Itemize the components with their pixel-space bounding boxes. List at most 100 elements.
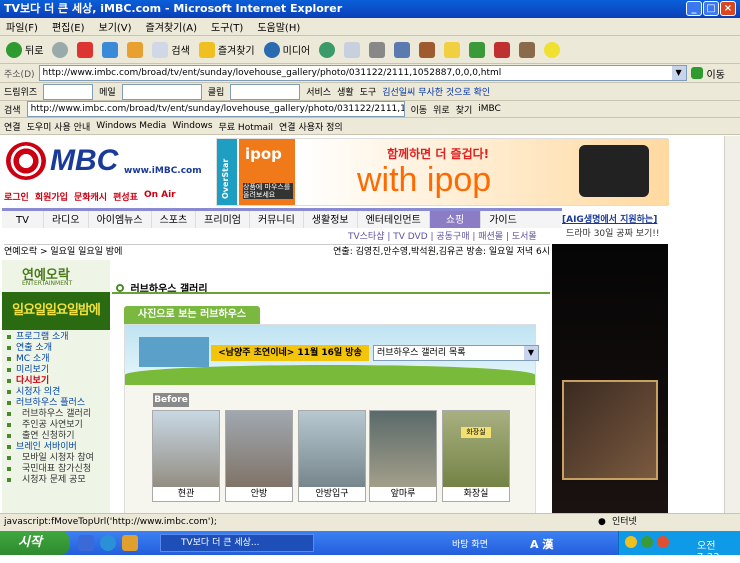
nav-entertainment[interactable]: 엔터테인먼트	[358, 211, 430, 228]
nav-community[interactable]: 커뮤니티	[250, 211, 304, 228]
nav-premium[interactable]: 프리미엄	[196, 211, 250, 228]
up-button[interactable]: 위로	[433, 103, 450, 116]
vertical-scrollbar[interactable]	[724, 136, 740, 513]
favorites-button[interactable]: 즐겨찾기	[197, 39, 257, 61]
go-button[interactable]: 이동	[707, 66, 725, 81]
nav-sports[interactable]: 스포츠	[152, 211, 197, 228]
dreamwiz-mail[interactable]: 메일	[99, 85, 116, 98]
drama-promo[interactable]: 드라마 30일 공짜 보기!!	[566, 226, 660, 239]
dreamwiz-extra-input[interactable]	[230, 83, 301, 100]
dreamwiz-search-input[interactable]	[43, 83, 94, 100]
tools-button[interactable]	[517, 39, 537, 61]
nav-radio[interactable]: 라디오	[44, 211, 89, 228]
dreamwiz-service[interactable]: 서비스	[306, 85, 331, 98]
right-ad-banner[interactable]	[552, 244, 668, 513]
minimize-button[interactable]: _	[686, 1, 702, 16]
nav-news[interactable]: 아이엠뉴스	[89, 211, 152, 228]
messenger-button[interactable]	[467, 39, 487, 61]
thumbnail-entrance[interactable]: 현관	[152, 410, 220, 502]
menu-file[interactable]: 파일(F)	[6, 19, 38, 34]
edit-button[interactable]	[392, 39, 412, 61]
sidebar-item-director[interactable]: 연출 소개	[2, 343, 110, 354]
media-button[interactable]: 미디어	[262, 39, 313, 61]
nav-tv[interactable]: TV	[2, 211, 44, 228]
aig-promo[interactable]: [AIG생명에서 지원하는]	[562, 212, 657, 225]
select-dropdown-icon[interactable]: ▼	[524, 346, 538, 360]
program-logo[interactable]: 일요일일요일밤에	[2, 292, 110, 330]
sidebar-item-lovehouse-plus[interactable]: 러브하우스 플러스	[2, 398, 110, 409]
folder-icon[interactable]	[122, 535, 138, 551]
sidebar-item-national[interactable]: 국민대표 참가신청	[2, 464, 110, 475]
sidebar-item-mobile[interactable]: 모바일 시청자 참여	[2, 453, 110, 464]
note-button[interactable]	[442, 39, 462, 61]
link-windows-media[interactable]: Windows Media	[96, 121, 166, 131]
find-button[interactable]: 찾기	[456, 103, 473, 116]
imbc-button[interactable]: iMBC	[478, 104, 501, 114]
maximize-button[interactable]: □	[703, 1, 719, 16]
search-url-input[interactable]: http://www.imbc.com/broad/tv/ent/sunday/…	[26, 101, 405, 117]
search-go-button[interactable]: 이동	[411, 103, 428, 116]
stop-button[interactable]	[75, 39, 95, 61]
mbc-logo[interactable]: MBC www.iMBC.com	[6, 140, 206, 182]
taskbar-ie-task[interactable]: TV보다 더 큰 세상...	[160, 534, 314, 552]
thumbnail-main-room[interactable]: 안방	[225, 410, 293, 502]
link-hotmail[interactable]: 무료 Hotmail	[219, 120, 274, 133]
tray-icon[interactable]	[641, 536, 653, 548]
join-link[interactable]: 회원가입	[35, 190, 68, 204]
sub-nav[interactable]: TV스타샵 | TV DVD | 공동구매 | 패션몰 | 도서몰	[348, 229, 537, 242]
sidebar-item-quiz[interactable]: 시청자 문제 공모	[2, 475, 110, 486]
cash-link[interactable]: 문화캐시	[74, 190, 107, 204]
sidebar-item-mc[interactable]: MC 소개	[2, 354, 110, 365]
nav-guide[interactable]: 가이드	[481, 211, 525, 228]
news-ticker[interactable]: 김선일씨 무사한 것으로 확인	[382, 85, 490, 98]
dreamwiz-tools[interactable]: 도구	[360, 85, 377, 98]
go-arrow-icon[interactable]	[690, 67, 703, 79]
search-button[interactable]: 검색	[150, 39, 191, 61]
sidebar-item-story[interactable]: 주인공 사연보기	[2, 420, 110, 431]
link-customize[interactable]: 연결 사용자 정의	[279, 120, 343, 133]
forward-button[interactable]	[50, 39, 70, 61]
login-link[interactable]: 로그인	[4, 190, 29, 204]
sidebar-item-brain[interactable]: 브레인 서바이버	[2, 442, 110, 453]
nav-life[interactable]: 생활정보	[304, 211, 358, 228]
start-button[interactable]: 시작	[0, 531, 70, 555]
sidebar-item-gallery[interactable]: 러브하우스 갤러리	[2, 409, 110, 420]
close-button[interactable]: ×	[720, 1, 736, 16]
tray-icon[interactable]	[657, 536, 669, 548]
tips-button[interactable]	[542, 39, 562, 61]
sidebar-item-preview[interactable]: 미리보기	[2, 365, 110, 376]
tray-icon[interactable]	[625, 536, 637, 548]
discuss-button[interactable]	[417, 39, 437, 61]
research-button[interactable]	[492, 39, 512, 61]
nav-shopping[interactable]: 쇼핑	[429, 211, 482, 228]
schedule-link[interactable]: 편성표	[113, 190, 138, 204]
dreamwiz-keyword-input[interactable]	[121, 83, 202, 100]
ipop-banner[interactable]: OverStar ipop 상품에 마우스를 올려보세요 함께하면 더 즐겁다!…	[216, 138, 669, 206]
dreamwiz-life[interactable]: 생활	[337, 85, 354, 98]
desktop-icon[interactable]	[78, 535, 94, 551]
thumbnail-bathroom[interactable]: 화장실 화장실	[442, 410, 510, 502]
dreamwiz-clip[interactable]: 클립	[208, 85, 225, 98]
history-button[interactable]	[317, 39, 337, 61]
address-input[interactable]: http://www.imbc.com/broad/tv/ent/sunday/…	[38, 65, 687, 81]
sidebar-item-intro[interactable]: 프로그램 소개	[2, 332, 110, 343]
sidebar-item-opinion[interactable]: 시청자 의견	[2, 387, 110, 398]
breadcrumb[interactable]: 연예오락 > 일요일 일요일 밤에	[4, 247, 122, 257]
menu-view[interactable]: 보기(V)	[99, 19, 132, 34]
thumbnail-front-floor[interactable]: 앞마루	[369, 410, 437, 502]
mail-button[interactable]	[342, 39, 362, 61]
gallery-tab[interactable]: 사진으로 보는 러브하우스	[124, 306, 260, 324]
print-button[interactable]	[367, 39, 387, 61]
sidebar-item-apply[interactable]: 출연 신청하기	[2, 431, 110, 442]
refresh-button[interactable]	[100, 39, 120, 61]
menu-edit[interactable]: 편집(E)	[52, 19, 85, 34]
link-help[interactable]: 도우미 사용 안내	[27, 120, 91, 133]
gallery-select[interactable]: 러브하우스 갤러리 목록 ▼	[373, 345, 539, 361]
menu-tools[interactable]: 도구(T)	[211, 19, 243, 34]
dreamwiz-label[interactable]: 드림위즈	[4, 85, 37, 98]
menu-help[interactable]: 도움말(H)	[257, 19, 300, 34]
onair-link[interactable]: On Air	[144, 190, 176, 204]
sidebar-item-replay[interactable]: 다시보기	[2, 376, 110, 387]
ie-icon[interactable]	[100, 535, 116, 551]
menu-favorites[interactable]: 즐겨찾기(A)	[146, 19, 197, 34]
